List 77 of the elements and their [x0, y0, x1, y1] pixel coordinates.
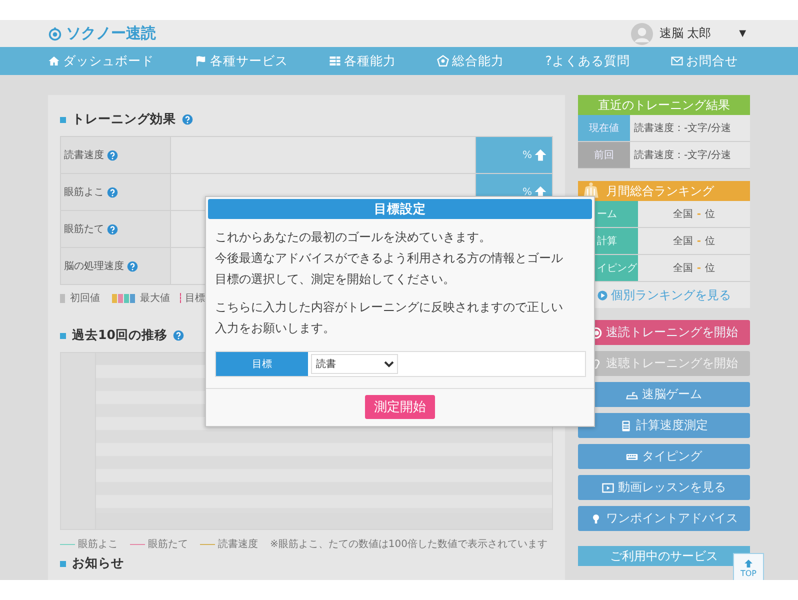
legend-label: 眼筋よこ: [78, 538, 118, 551]
legend-label: 読書速度: [218, 538, 258, 551]
up-arrow-icon: [534, 148, 547, 162]
help-icon[interactable]: [182, 114, 193, 125]
section-title: トレーニング効果: [72, 111, 176, 128]
play-icon: [597, 290, 608, 300]
help-icon[interactable]: [127, 260, 138, 272]
legend-label: 最大値: [140, 292, 170, 305]
scroll-top-button[interactable]: TOP: [733, 553, 764, 580]
nav-link[interactable]: 総合能力: [452, 52, 504, 70]
section-title: お知らせ: [72, 555, 124, 572]
panel-header: ご利用中のサービス: [578, 546, 750, 566]
result-value: 読書速度：-文字/分速: [633, 148, 732, 163]
avatar-icon: [631, 22, 654, 44]
start-button[interactable]: 測定開始: [365, 395, 435, 419]
region-label: 全国: [672, 208, 693, 221]
nav-link[interactable]: 各種能力: [344, 52, 396, 70]
help-icon[interactable]: [107, 150, 118, 160]
calculator-icon: [620, 420, 632, 432]
help-icon[interactable]: [107, 186, 118, 198]
section-title: 過去10回の推移: [72, 327, 168, 344]
row-label: 眼筋よこ: [64, 186, 104, 199]
row-label: 現在値: [578, 115, 630, 141]
logo-text: ソクノー速読: [66, 24, 156, 43]
row-label: 脳の処理速度: [64, 260, 124, 273]
flag-icon: [195, 55, 208, 67]
row-label: 読書速度: [64, 148, 104, 162]
action-button[interactable]: タイピング: [578, 444, 750, 469]
help-icon[interactable]: [107, 224, 118, 234]
nav-link[interactable]: ダッシュボード: [63, 52, 154, 70]
rank-value: -: [696, 262, 702, 274]
lightbulb-icon: [590, 512, 602, 524]
rank-value: -: [696, 236, 702, 246]
rank-unit: 位: [705, 262, 716, 275]
dialog-message: こちらに入力した内容がトレーニングに反映されますので正しい 入力をお願いします。: [215, 299, 564, 337]
rank-value: -: [696, 208, 702, 220]
action-button[interactable]: 動画レッスンを見る: [578, 475, 750, 500]
bullet-square: [60, 116, 66, 122]
menu-caret[interactable]: ▼: [739, 28, 746, 38]
envelope-icon: [670, 55, 683, 67]
rank-unit: 位: [705, 208, 716, 221]
row-label: 眼筋たて: [64, 223, 104, 236]
help-icon[interactable]: [173, 330, 184, 341]
list-icon: [329, 55, 342, 67]
result-value: 読書速度：-文字/分速: [633, 122, 732, 136]
percent-value: %: [522, 186, 532, 198]
bullet-square: [60, 332, 66, 338]
legend-label: 目標: [185, 292, 205, 305]
dialog-message: これからあなたの最初のゴールを決めていきます。 今後最適なアドバイスができるよう利用される方の情報とゴール 目標の選択して、測定を開始してください。: [215, 229, 564, 288]
dashed-marker: [180, 293, 181, 303]
nav-link[interactable]: ?よくある質問: [545, 52, 630, 70]
action-button[interactable]: ワンポイントアドバイス: [578, 506, 750, 531]
field-label: 目標: [216, 352, 308, 376]
nav-link[interactable]: 各種サービス: [210, 52, 288, 70]
legend-label: 眼筋たて: [148, 538, 188, 551]
goal-select[interactable]: 読書: [311, 354, 398, 374]
nav-link[interactable]: お問合せ: [686, 52, 738, 70]
dialog-title: 目標設定: [208, 199, 592, 219]
pentagon-icon: [437, 55, 450, 67]
action-button[interactable]: 計算速度測定: [578, 413, 750, 438]
legend-label: 初回値: [70, 292, 100, 305]
region-label: 全国: [672, 235, 693, 248]
row-label: 前回: [578, 142, 630, 168]
panel-header: 直近のトレーニング結果: [578, 95, 750, 115]
video-icon: [602, 482, 614, 494]
region-label: 全国: [672, 262, 693, 275]
header-text: 月間総合ランキング: [606, 182, 714, 200]
percent-value: %: [522, 150, 532, 160]
color-swatches: [112, 294, 136, 302]
up-arrow-icon: [744, 558, 753, 568]
bullet-square: [60, 560, 66, 566]
chart-note: ※眼筋よこ、たての数値は100倍した数値で表示されています: [270, 538, 548, 551]
logo-icon: [48, 26, 62, 40]
rank-unit: 位: [705, 235, 716, 248]
user-name[interactable]: 速脳 太郎: [659, 25, 712, 42]
home-icon: [48, 55, 60, 67]
legend-swatch: [60, 294, 65, 302]
